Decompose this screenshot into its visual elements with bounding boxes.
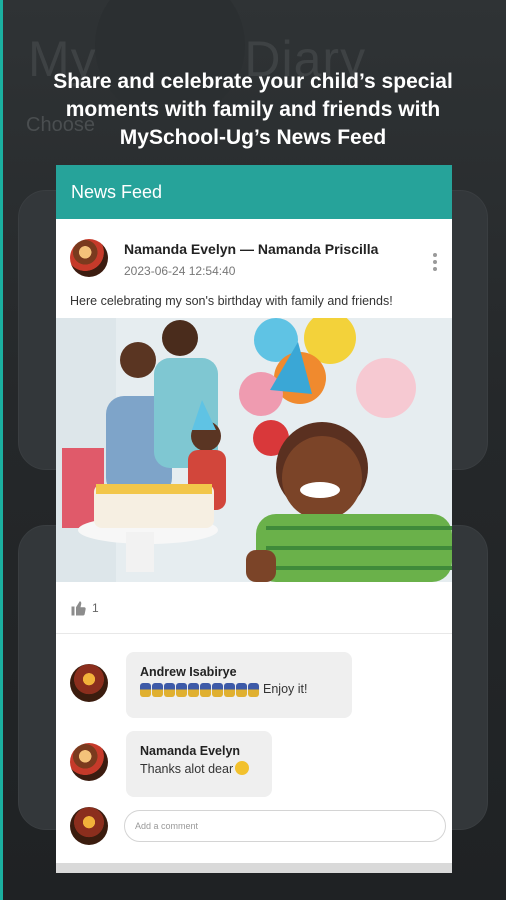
comment-item: Andrew Isabirye Enjoy it! bbox=[56, 652, 366, 718]
commenter-avatar[interactable] bbox=[70, 743, 108, 781]
emoji-icon bbox=[236, 682, 247, 697]
app-bar: News Feed bbox=[56, 165, 452, 219]
more-options-icon[interactable] bbox=[432, 253, 438, 271]
emoji-icon bbox=[152, 682, 163, 697]
commenter-avatar[interactable] bbox=[70, 664, 108, 702]
add-comment-row: Add a comment bbox=[70, 807, 446, 845]
emoji-icon bbox=[248, 682, 259, 697]
post-likes: 1 bbox=[56, 582, 452, 634]
post-timestamp: 2023-06-24 12:54:40 bbox=[124, 264, 236, 278]
post-photo[interactable] bbox=[56, 318, 452, 582]
emoji-icon bbox=[224, 682, 235, 697]
app-bar-title: News Feed bbox=[71, 181, 163, 202]
thumbs-up-icon[interactable] bbox=[70, 599, 88, 617]
promo-headline: Share and celebrate your child’s special… bbox=[53, 70, 453, 149]
bottom-bar bbox=[56, 863, 452, 873]
post-header: Namanda Evelyn — Namanda Priscilla 2023-… bbox=[56, 219, 452, 278]
comment-bubble: Andrew Isabirye Enjoy it! bbox=[126, 652, 352, 718]
emoji-icon bbox=[188, 682, 199, 697]
comment-text-body: Thanks alot dear bbox=[140, 762, 234, 776]
phone-screen: News Feed Namanda Evelyn — Namanda Prisc… bbox=[56, 165, 452, 873]
like-count: 1 bbox=[92, 600, 99, 615]
comment-bubble: Namanda Evelyn Thanks alot dear bbox=[126, 731, 272, 797]
emoji-icon bbox=[176, 682, 187, 697]
current-user-avatar bbox=[70, 807, 108, 845]
post-meta: Namanda Evelyn — Namanda Priscilla 2023-… bbox=[124, 239, 378, 278]
emoji-icon bbox=[200, 682, 211, 697]
smiley-emoji-icon bbox=[235, 761, 250, 775]
post-text: Here celebrating my son's birthday with … bbox=[70, 294, 393, 308]
emoji-row bbox=[140, 682, 259, 697]
comment-input[interactable]: Add a comment bbox=[124, 810, 446, 842]
emoji-icon bbox=[212, 682, 223, 697]
emoji-icon bbox=[164, 682, 175, 697]
comment-text-body: Enjoy it! bbox=[263, 682, 308, 696]
comment-text: Enjoy it! bbox=[140, 682, 338, 697]
post-author-names[interactable]: Namanda Evelyn — Namanda Priscilla bbox=[124, 241, 378, 257]
comment-author[interactable]: Namanda Evelyn bbox=[140, 744, 258, 758]
comment-item: Namanda Evelyn Thanks alot dear bbox=[56, 731, 286, 797]
comment-text: Thanks alot dear bbox=[140, 761, 258, 776]
comment-author[interactable]: Andrew Isabirye bbox=[140, 665, 338, 679]
emoji-icon bbox=[140, 682, 151, 697]
post-author-avatar[interactable] bbox=[70, 239, 108, 277]
